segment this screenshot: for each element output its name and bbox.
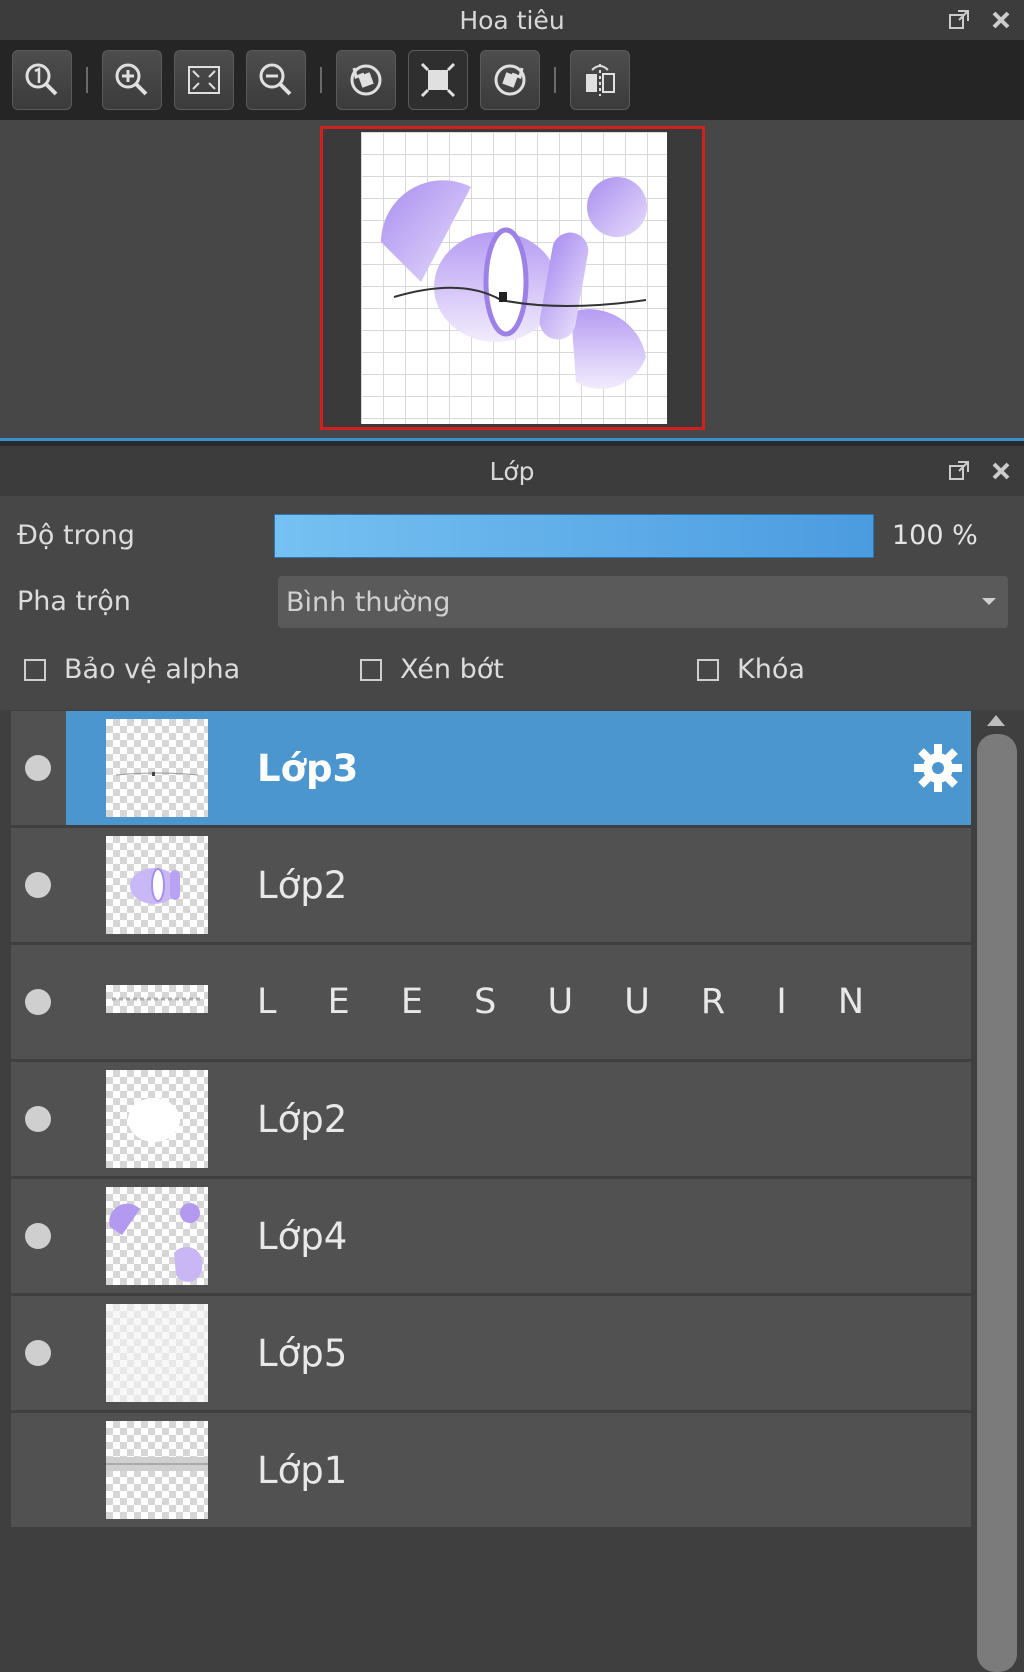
opacity-value: 100 % xyxy=(892,520,978,551)
clip-checkbox[interactable] xyxy=(360,658,382,681)
visibility-toggle[interactable] xyxy=(25,1340,51,1366)
rotate-left-icon xyxy=(350,64,382,96)
panel-splitter[interactable] xyxy=(0,438,1024,446)
visibility-toggle[interactable] xyxy=(25,1106,51,1132)
rotate-right-icon xyxy=(494,64,526,96)
navigator-title: Hoa tiêu xyxy=(459,5,565,35)
layer-name: Lớp4 xyxy=(257,1214,348,1258)
layer-row[interactable]: Lớp4 xyxy=(11,1179,971,1293)
lock-option[interactable]: Khóa xyxy=(697,654,805,685)
layer-thumbnail xyxy=(106,1187,208,1285)
layer-properties: Độ trong 100 % Pha trộn Bình thường Bảo … xyxy=(0,496,1024,710)
layer-name: Lớp2 xyxy=(257,863,348,907)
layer-row[interactable]: Lớp1 xyxy=(11,1413,971,1527)
layer-thumbnail xyxy=(106,1304,208,1402)
close-icon[interactable] xyxy=(988,7,1014,33)
visibility-toggle[interactable] xyxy=(25,872,51,898)
close-icon[interactable] xyxy=(988,458,1014,484)
rotate-left-button[interactable] xyxy=(336,50,396,110)
fit-screen-icon xyxy=(188,66,220,94)
visibility-toggle[interactable] xyxy=(25,755,51,781)
blend-mode-select[interactable]: Bình thường xyxy=(278,576,1008,628)
lock-checkbox[interactable] xyxy=(697,658,719,681)
artwork-preview xyxy=(381,177,647,389)
layer-thumbnail xyxy=(106,719,208,817)
layer-thumbnail xyxy=(106,1070,208,1168)
layer-row[interactable]: Lớp5 xyxy=(11,1296,971,1410)
opacity-slider[interactable] xyxy=(274,514,874,558)
fit-screen-button[interactable] xyxy=(174,50,234,110)
chevron-down-icon xyxy=(982,598,996,605)
layer-thumbnail xyxy=(106,985,208,1013)
layers-title: Lớp xyxy=(489,456,535,486)
layer-row[interactable]: Lớp3 xyxy=(11,711,971,825)
zoom-out-button[interactable] xyxy=(246,50,306,110)
layer-name: Lớp1 xyxy=(257,1448,348,1492)
layer-name: Lớp5 xyxy=(257,1331,348,1375)
blend-mode-value: Bình thường xyxy=(286,586,451,618)
layers-panel-header: Lớp xyxy=(0,446,1024,496)
opacity-label: Độ trong xyxy=(17,520,135,551)
zoom-in-button[interactable] xyxy=(102,50,162,110)
clip-option[interactable]: Xén bớt xyxy=(360,654,504,685)
layer-row[interactable]: L E E S U U R I N xyxy=(11,945,971,1059)
scroll-up-arrow-icon[interactable] xyxy=(987,715,1005,726)
toolbar-separator xyxy=(320,67,322,93)
layer-thumbnail xyxy=(106,836,208,934)
layer-name: Lớp3 xyxy=(257,746,359,790)
fit-canvas-icon xyxy=(420,62,456,98)
fit-canvas-button[interactable] xyxy=(408,50,468,110)
zoom-actual-button[interactable] xyxy=(12,50,72,110)
protect-alpha-option[interactable]: Bảo vệ alpha xyxy=(24,654,240,685)
protect-alpha-checkbox[interactable] xyxy=(24,658,46,681)
zoom-actual-icon xyxy=(25,63,58,96)
protect-alpha-label: Bảo vệ alpha xyxy=(64,654,241,685)
undock-icon[interactable] xyxy=(946,7,972,33)
layer-name: L E E S U U R I N xyxy=(257,982,885,1022)
navigator-panel-header: Hoa tiêu xyxy=(0,0,1024,40)
zoom-out-icon xyxy=(259,63,292,96)
toolbar-separator xyxy=(554,67,556,93)
navigator-toolbar xyxy=(0,40,1024,120)
visibility-toggle[interactable] xyxy=(25,1223,51,1249)
navigator-preview[interactable] xyxy=(0,120,1024,438)
canvas-thumbnail xyxy=(361,132,667,424)
flip-horizontal-icon xyxy=(586,64,615,96)
gear-icon[interactable] xyxy=(911,741,965,795)
toolbar-separator xyxy=(86,67,88,93)
layer-row[interactable]: Lớp2 xyxy=(11,1062,971,1176)
flip-horizontal-button[interactable] xyxy=(570,50,630,110)
layer-row[interactable]: Lớp2 xyxy=(11,828,971,942)
rotate-right-button[interactable] xyxy=(480,50,540,110)
clip-label: Xén bớt xyxy=(400,654,504,685)
preview-view-rectangle[interactable] xyxy=(320,126,705,430)
visibility-toggle[interactable] xyxy=(25,989,51,1015)
blend-mode-label: Pha trộn xyxy=(17,586,131,617)
zoom-in-icon xyxy=(115,63,148,96)
layer-thumbnail xyxy=(106,1421,208,1519)
scrollbar-thumb[interactable] xyxy=(977,734,1017,1672)
lock-label: Khóa xyxy=(737,654,805,685)
undock-icon[interactable] xyxy=(946,458,972,484)
layer-name: Lớp2 xyxy=(257,1097,348,1141)
